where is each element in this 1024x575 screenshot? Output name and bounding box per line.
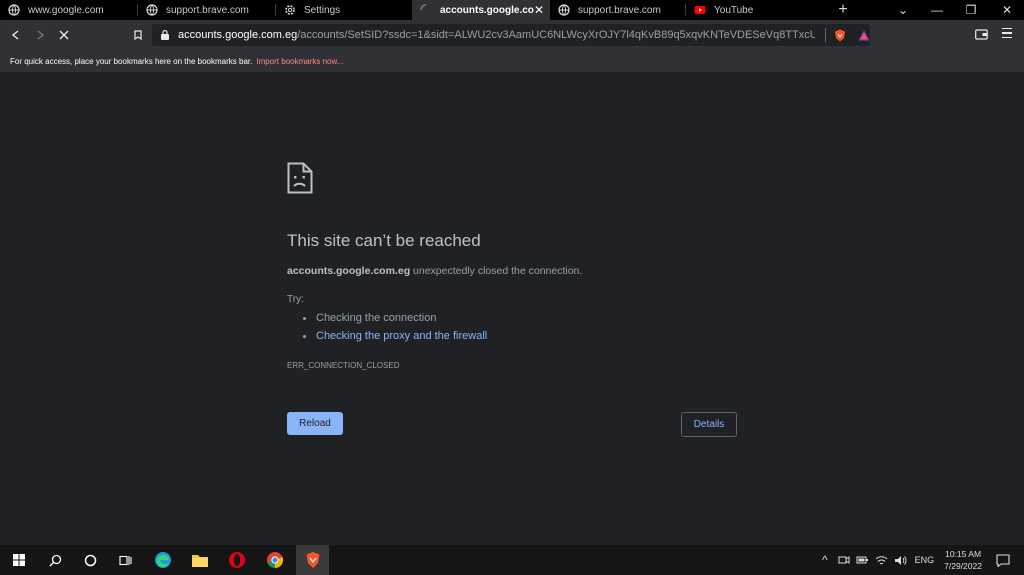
error-title: This site can’t be reached [287,231,481,250]
chrome-icon [267,552,284,569]
new-tab-button[interactable]: + [828,1,858,19]
wifi-icon[interactable] [875,555,888,566]
search-icon [49,554,61,566]
close-tab-button[interactable]: ✕ [534,3,544,17]
cortana-button[interactable] [75,545,105,575]
notifications-button[interactable] [988,545,1018,575]
cortana-icon [84,554,96,566]
forward-button[interactable] [28,23,52,47]
error-page: This site can’t be reached accounts.goog… [0,73,1024,545]
back-button[interactable] [4,23,28,47]
gear-icon [284,4,296,16]
tab-google[interactable]: www.google.com [0,0,138,20]
task-view-button[interactable] [110,545,140,575]
volume-icon[interactable] [894,555,907,566]
tab-title: support.brave.com [578,4,661,16]
wallet-icon[interactable] [975,29,988,40]
sad-page-icon [287,162,313,194]
edge-icon [155,552,171,568]
bookmark-icon [134,30,142,40]
tab-search-button[interactable]: ⌄ [886,0,920,20]
clock[interactable]: 10:15 AM 7/29/2022 [944,548,982,572]
bookmark-button[interactable] [126,23,150,47]
brave-lion-icon [306,552,319,568]
youtube-icon [694,4,706,16]
lock-icon [160,29,170,41]
tab-strip: www.google.com support.brave.com Setting… [0,0,1024,20]
minimize-button[interactable]: — [920,0,954,20]
suggestion-item[interactable]: Checking the proxy and the firewall [303,330,487,342]
task-view-icon [118,555,132,565]
chrome-button[interactable] [260,545,290,575]
tab-support-brave-2[interactable]: support.brave.com [550,0,686,20]
globe-icon [146,4,158,16]
tab-title: YouTube [714,4,754,16]
globe-icon [8,4,20,16]
error-message: unexpectedly closed the connection. [410,265,583,277]
tab-youtube[interactable]: YouTube [686,0,822,20]
edge-button[interactable] [148,545,178,575]
window-close-button[interactable]: ✕ [990,0,1024,20]
bullet [303,316,306,320]
system-tray: ^ ENG 10:15 AM 7/29/2022 [822,545,982,575]
brave-rewards-icon[interactable] [858,30,870,41]
brave-shields-icon[interactable] [834,29,846,42]
omnibox-divider [825,28,826,42]
tab-title: accounts.google.com.e [440,4,534,16]
opera-button[interactable] [222,545,252,575]
suggestion-text: Checking the connection [316,312,437,324]
tab-title: Settings [304,4,341,16]
reload-button[interactable]: Reload [287,412,343,435]
back-arrow-icon [11,30,19,40]
forward-arrow-icon [37,30,45,40]
notification-icon [996,553,1010,567]
language-indicator[interactable]: ENG [915,555,935,565]
search-button[interactable] [40,545,70,575]
error-host: accounts.google.com.eg [287,265,411,277]
address-bar[interactable]: accounts.google.com.eg /accounts/SetSID?… [152,24,870,46]
brave-taskbar-button[interactable] [296,545,329,575]
try-label: Try: [287,294,304,305]
tab-accounts-google[interactable]: accounts.google.com.e ✕ [412,0,550,20]
start-button[interactable] [4,545,34,575]
clock-time: 10:15 AM [945,549,982,559]
url-path: /accounts/SetSID?ssdc=1&sidt=ALWU2cv3Aam… [297,29,816,41]
suggestion-item: Checking the connection [303,312,436,324]
tab-support-brave-1[interactable]: support.brave.com [138,0,276,20]
error-description: accounts.google.com.eg unexpectedly clos… [287,265,582,277]
clock-date: 7/29/2022 [944,561,982,571]
opera-icon [229,552,245,568]
proxy-firewall-link[interactable]: Checking the proxy and the firewall [316,330,487,342]
loading-spinner-icon [420,4,432,16]
error-code: ERR_CONNECTION_CLOSED [287,361,400,370]
url-host: accounts.google.com.eg [178,29,298,41]
details-button[interactable]: Details [681,412,737,437]
restore-button[interactable]: ❐ [954,0,988,20]
tab-title: www.google.com [28,4,104,16]
close-icon [59,30,69,40]
bullet [303,334,306,338]
bookmarks-bar-hint: For quick access, place your bookmarks h… [10,56,253,66]
windows-logo-icon [13,554,25,566]
tab-title: support.brave.com [166,4,249,16]
tab-settings[interactable]: Settings [276,0,412,20]
menu-icon[interactable] [1002,28,1012,39]
globe-icon [558,4,570,16]
meet-now-icon[interactable] [838,554,850,566]
chevron-up-icon[interactable]: ^ [822,553,828,567]
file-explorer-button[interactable] [185,545,215,575]
battery-icon[interactable] [856,555,869,565]
folder-icon [192,554,208,567]
bookmarks-bar: For quick access, place your bookmarks h… [0,50,1024,72]
import-bookmarks-link[interactable]: Import bookmarks now... [256,57,343,66]
stop-loading-button[interactable] [52,23,76,47]
